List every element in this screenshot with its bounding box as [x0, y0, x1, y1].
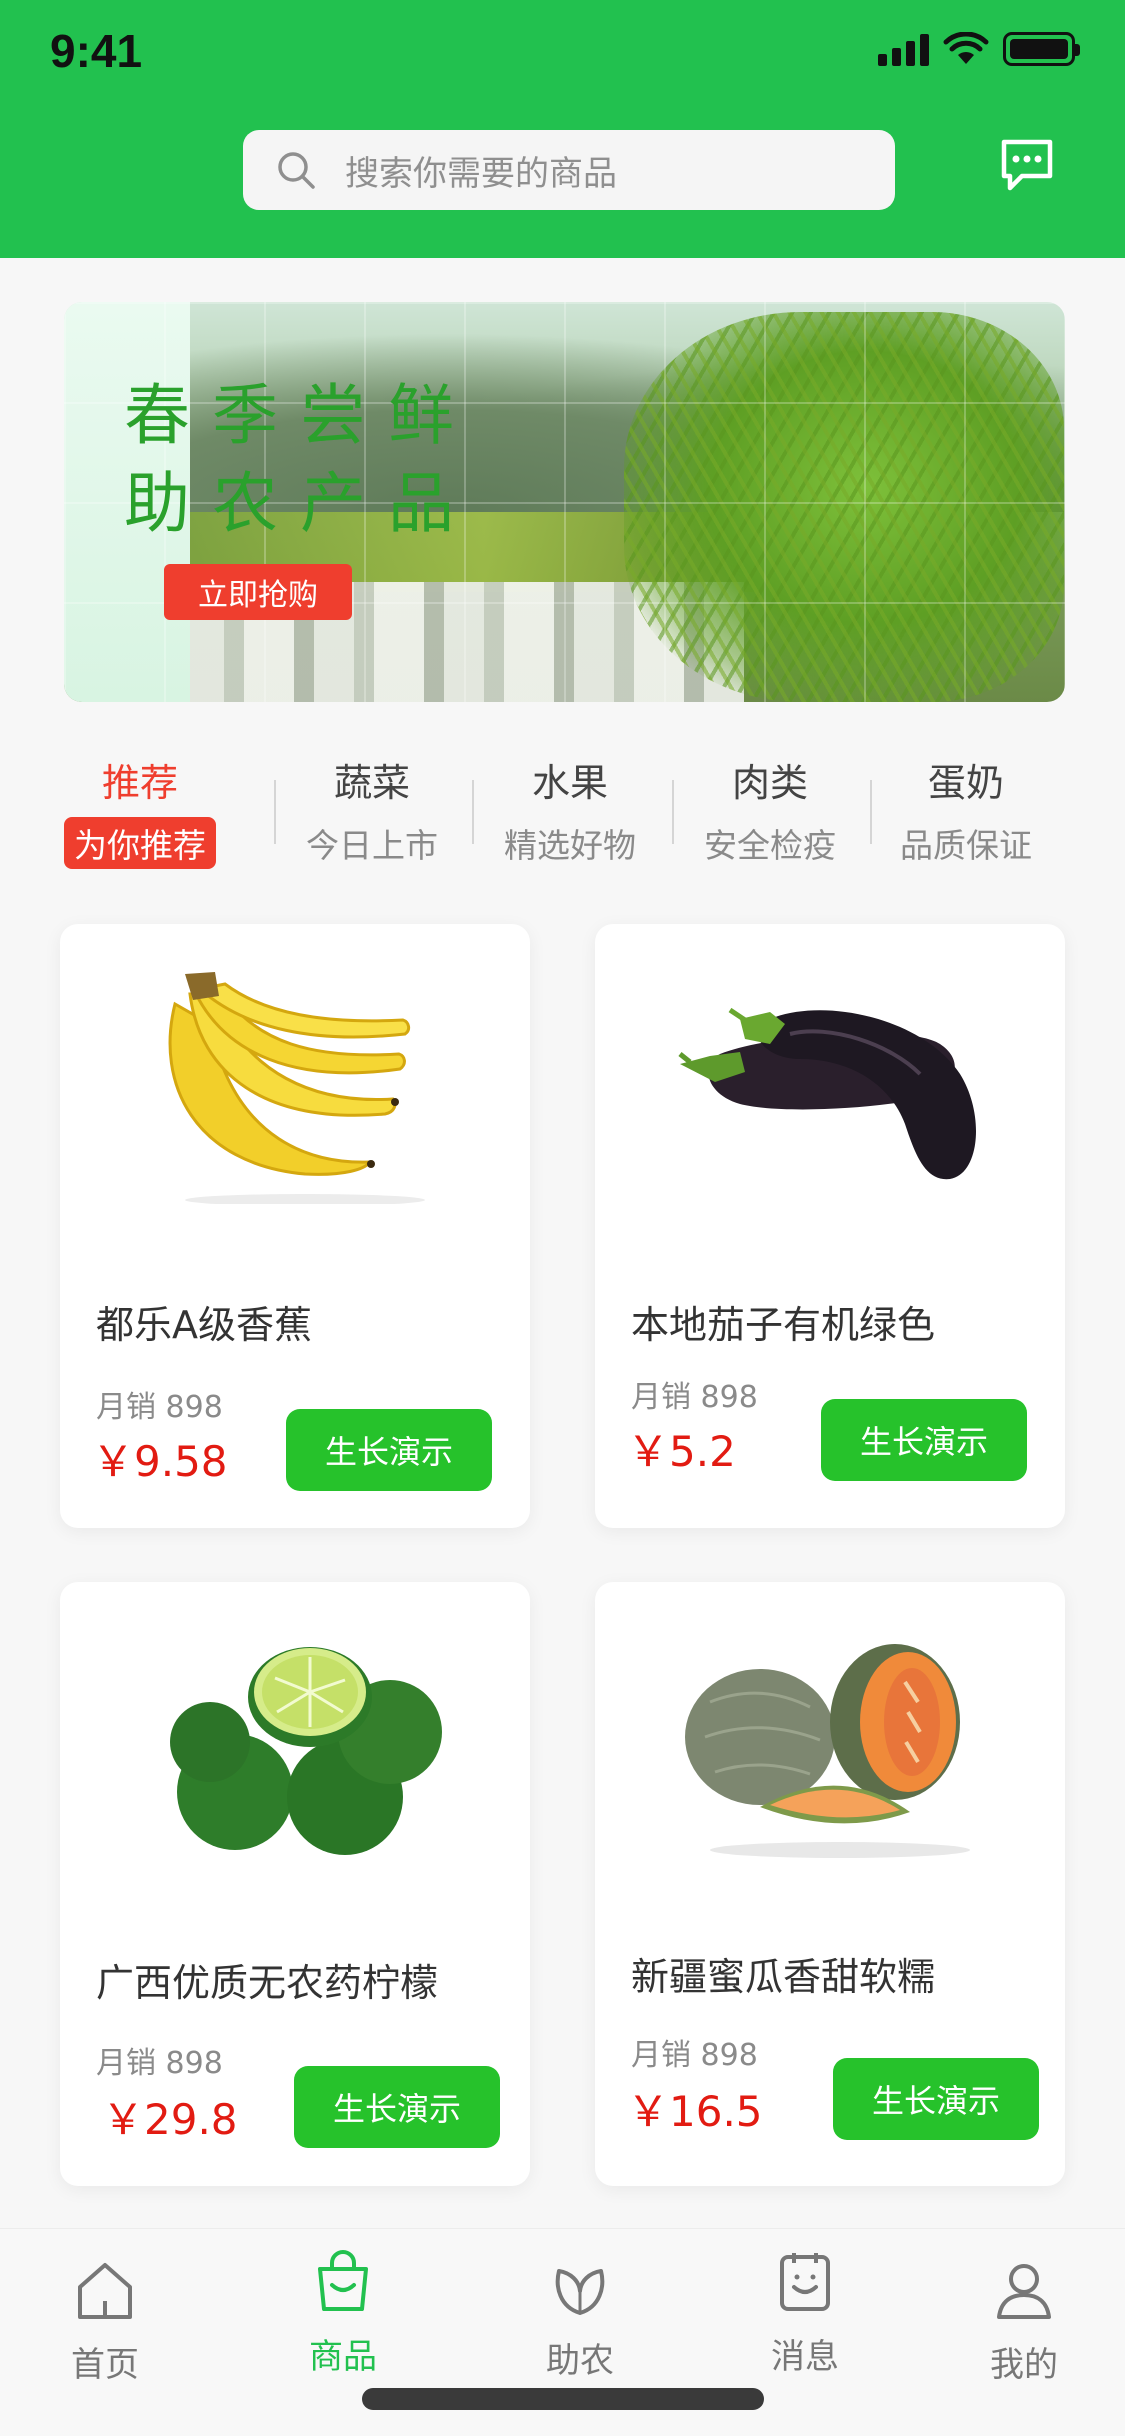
tab-divider [472, 780, 474, 844]
user-icon [997, 2264, 1051, 2319]
tab-subtitle: 安全检疫 [704, 826, 836, 865]
tab-divider [274, 780, 276, 844]
promo-banner[interactable]: 春季尝鲜 助农产品 立即抢购 [64, 302, 1065, 702]
status-time: 9:41 [50, 25, 143, 77]
status-icons [878, 32, 1080, 66]
product-name: 广西优质无农药柠檬 [96, 1961, 439, 2005]
product-price: ￥5.2 [627, 1427, 736, 1476]
chat-bubble-icon[interactable] [996, 134, 1058, 196]
tab-meat[interactable]: 肉类 安全检疫 [690, 752, 850, 867]
product-sales: 月销 898 [631, 2038, 758, 2073]
product-price: ￥29.8 [102, 2095, 238, 2144]
buy-now-button[interactable]: 立即抢购 [164, 564, 352, 620]
wifi-icon [943, 32, 989, 64]
banana-image [168, 972, 425, 1204]
lime-image [170, 1647, 442, 1855]
product-card[interactable]: 新疆蜜瓜香甜软糯 月销 898 ￥16.5 生长演示 [595, 1582, 1065, 2186]
search-placeholder: 搜索你需要的商品 [345, 153, 617, 194]
product-sales: 月销 898 [96, 1390, 223, 1425]
product-name: 都乐A级香蕉 [96, 1303, 312, 1347]
nav-label: 助农 [546, 2341, 614, 2381]
product-card[interactable]: 都乐A级香蕉 月销 898 ￥9.58 生长演示 [60, 924, 530, 1528]
nav-label: 我的 [990, 2345, 1058, 2385]
tab-recommend[interactable]: 推荐 为你推荐 [60, 752, 220, 869]
tab-title: 肉类 [731, 761, 808, 805]
battery-icon [1003, 32, 1080, 66]
home-icon [78, 2263, 132, 2319]
tab-subtitle: 为你推荐 [64, 817, 216, 869]
melon-image [685, 1644, 970, 1858]
nav-label: 消息 [771, 2337, 839, 2377]
tab-fruits[interactable]: 水果 精选好物 [490, 752, 650, 867]
tab-title: 蔬菜 [333, 761, 410, 805]
product-sales: 月销 898 [96, 2046, 223, 2081]
product-price: ￥16.5 [627, 2087, 763, 2136]
nav-messages[interactable]: 消息 [735, 2247, 875, 2378]
tab-title: 水果 [531, 761, 608, 805]
shopping-bag-icon [318, 2250, 368, 2311]
tab-vegetables[interactable]: 蔬菜 今日上市 [292, 752, 452, 867]
search-icon [278, 152, 315, 189]
product-card[interactable]: 广西优质无农药柠檬 月销 898 ￥29.8 生长演示 [60, 1582, 530, 2186]
nav-products[interactable]: 商品 [273, 2247, 413, 2378]
tab-subtitle: 今日上市 [306, 826, 438, 865]
category-tabs: 推荐 为你推荐 蔬菜 今日上市 水果 精选好物 肉类 安全检疫 蛋奶 品质保证 [60, 752, 1060, 869]
growth-demo-button[interactable]: 生长演示 [821, 1399, 1027, 1481]
growth-demo-button[interactable]: 生长演示 [833, 2058, 1039, 2140]
tab-dairy[interactable]: 蛋奶 品质保证 [886, 752, 1046, 867]
tab-title: 蛋奶 [927, 761, 1004, 805]
eggplant-image [678, 1007, 977, 1180]
tab-title: 推荐 [101, 761, 178, 805]
product-name: 本地茄子有机绿色 [631, 1303, 936, 1347]
nav-label: 商品 [309, 2337, 377, 2377]
product-sales: 月销 898 [631, 1380, 758, 1415]
signal-icon [878, 32, 929, 66]
growth-demo-button[interactable]: 生长演示 [294, 2066, 500, 2148]
tab-subtitle: 品质保证 [900, 826, 1032, 865]
product-price: ￥9.58 [92, 1437, 228, 1486]
nav-agri-help[interactable]: 助农 [510, 2251, 650, 2382]
product-card[interactable]: 本地茄子有机绿色 月销 898 ￥5.2 生长演示 [595, 924, 1065, 1528]
leaf-icon [555, 2269, 605, 2315]
nav-label: 首页 [71, 2345, 139, 2385]
nav-profile[interactable]: 我的 [954, 2255, 1094, 2386]
search-bar[interactable]: 搜索你需要的商品 [243, 130, 895, 210]
growth-demo-button[interactable]: 生长演示 [286, 1409, 492, 1491]
banner-title-line2: 助农产品 [124, 465, 476, 542]
product-name: 新疆蜜瓜香甜软糯 [631, 1955, 936, 1999]
tab-divider [672, 780, 674, 844]
nav-home[interactable]: 首页 [35, 2255, 175, 2386]
top-header: 9:41 搜索你需要的商品 [0, 0, 1125, 258]
home-indicator[interactable] [362, 2388, 764, 2410]
banner-title-line1: 春季尝鲜 [124, 377, 476, 454]
tab-divider [870, 780, 872, 844]
message-icon [780, 2253, 830, 2311]
tab-subtitle: 精选好物 [504, 826, 636, 865]
